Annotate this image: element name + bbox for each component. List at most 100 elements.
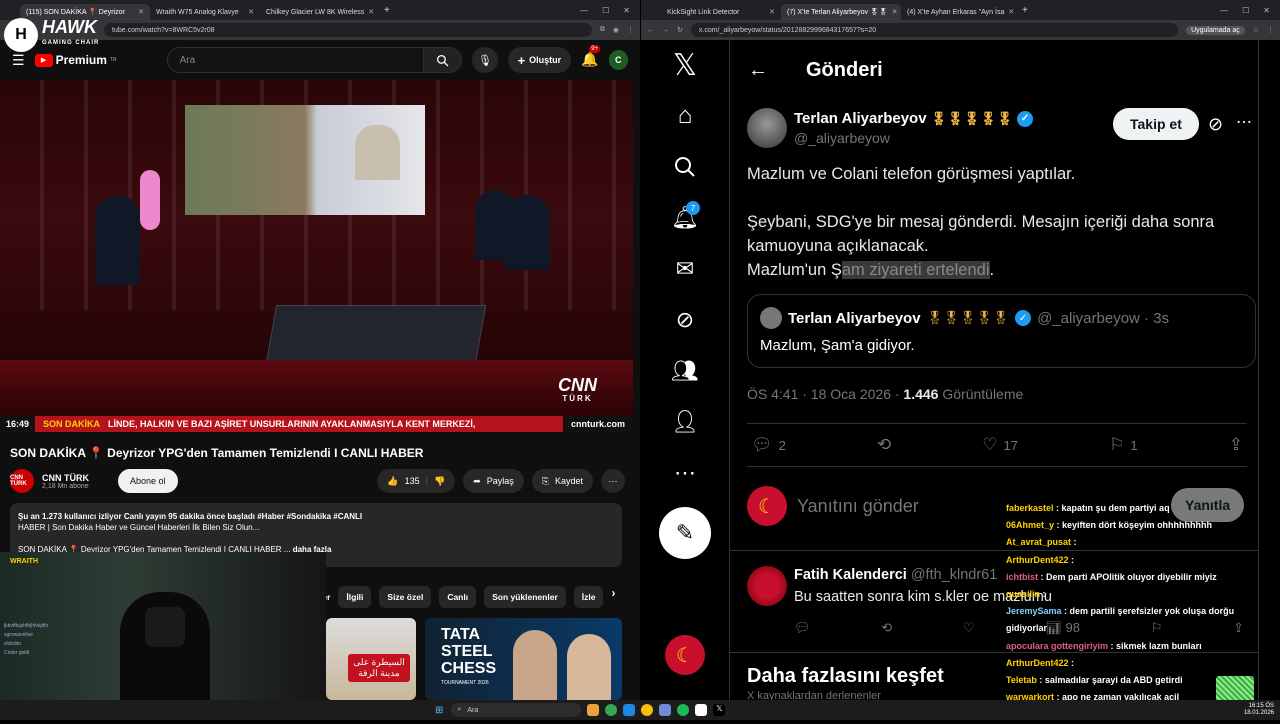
windows-start-icon[interactable]: ⊞ — [435, 705, 443, 716]
post-timestamp[interactable]: ÖS 4:41 · 18 Oca 2026 · — [747, 386, 903, 402]
author-name[interactable]: Terlan Aliyarbeyov 🎖🎖🎖🎖🎖 ✓ — [794, 110, 1034, 127]
nav-grok[interactable]: ⊘ — [660, 295, 710, 345]
minimize-icon[interactable]: — — [580, 6, 588, 15]
more-button[interactable]: ⋯ — [601, 469, 625, 493]
nav-profile[interactable]: 👤︎ — [660, 397, 710, 447]
nav-home[interactable]: ⌂ — [660, 91, 710, 141]
commenter-name[interactable]: Fatih Kalenderci @fth_klndr61 — [794, 567, 997, 583]
nav-communities[interactable]: 👥︎ — [660, 346, 710, 396]
url-field[interactable]: x.com/_aliyarbeyow/status/20128829996843… — [690, 23, 1179, 37]
channel-avatar[interactable]: CNN TÜRK — [10, 469, 34, 493]
chip-watch[interactable]: İzle — [573, 586, 604, 608]
discord-icon[interactable] — [659, 704, 672, 716]
search-button[interactable] — [423, 47, 463, 73]
like-button[interactable]: ♡ 17 — [982, 435, 1018, 455]
spotify-icon[interactable] — [677, 704, 690, 716]
share-button[interactable]: ➦ Paylaş — [463, 469, 524, 493]
video-thumbnail[interactable]: السيطرة على مدينة الرقة — [326, 618, 416, 700]
commenter-avatar[interactable] — [747, 566, 787, 606]
youtube-logo[interactable]: ▶ Premium TR — [34, 53, 117, 67]
maximize-icon[interactable]: ☐ — [602, 6, 609, 15]
menu-icon[interactable]: ⋮ — [1267, 26, 1274, 34]
x-logo[interactable]: 𝕏 — [660, 40, 710, 90]
bookmark-button[interactable]: ⚐ 1 — [1109, 435, 1137, 455]
close-icon[interactable]: ✕ — [138, 8, 144, 16]
tab-chilkey[interactable]: Chilkey Glacier LW 8K Wireless ✕ — [260, 4, 378, 20]
notification-badge: 7 — [686, 201, 700, 215]
close-window-icon[interactable]: ✕ — [623, 6, 630, 15]
edge-icon[interactable] — [623, 704, 636, 716]
channel-name[interactable]: CNN TÜRK — [42, 473, 110, 483]
menu-icon[interactable]: ⋮ — [627, 26, 634, 34]
video-thumbnail[interactable]: TATA STEEL CHESS TOURNAMENT 2026 — [425, 618, 622, 700]
reply-icon[interactable]: 💬︎ — [794, 620, 811, 636]
heart-icon[interactable]: ♡ — [963, 620, 975, 636]
profile-icon[interactable]: ◉ — [613, 26, 619, 34]
star-icon[interactable]: ☆ — [1253, 26, 1259, 34]
close-icon[interactable]: ✕ — [1008, 8, 1014, 16]
nav-notifications[interactable]: 🔔︎ 7 — [660, 193, 710, 243]
quoted-post[interactable]: Terlan Aliyarbeyov 🎖🎖🎖🎖🎖 ✓ @_aliyarbeyow · … — [747, 294, 1256, 368]
save-button[interactable]: ⎘ Kaydet — [531, 469, 593, 493]
tab-wraith[interactable]: Wraith W75 Analog Klavye ✕ — [150, 4, 260, 20]
post-button[interactable]: ✎ — [659, 507, 711, 559]
close-icon[interactable]: ✕ — [892, 8, 898, 16]
reload-icon[interactable]: ↻ — [677, 26, 683, 34]
author-handle[interactable]: @_aliyarbeyow — [794, 130, 890, 146]
obs-icon[interactable] — [695, 704, 708, 716]
close-icon[interactable]: ✕ — [769, 8, 775, 16]
new-tab-icon[interactable]: + — [384, 5, 390, 16]
tab-x-post[interactable]: (7) X'te Terlan Aliyarbeyov 🎖🎖 ✕ — [781, 4, 901, 20]
news-ticker: 16:49 SON DAKİKA LİNDE, HALKIN VE BAZI A… — [0, 416, 633, 432]
account-switcher[interactable]: ☾ — [660, 630, 710, 680]
follow-button[interactable]: Takip et — [1113, 108, 1199, 140]
reply-button[interactable]: 💬︎ 2 — [751, 435, 786, 455]
voice-search-button[interactable]: 🎙 — [472, 47, 498, 73]
taskbar-search[interactable]: ⌕ Ara — [451, 703, 582, 717]
video-player[interactable]: CNN TÜRK 16:49 SON DAKİKA LİNDE, HALKIN V… — [0, 80, 633, 432]
close-icon[interactable]: ✕ — [368, 8, 374, 16]
reply-input[interactable]: Yanıtını gönder — [797, 496, 919, 517]
like-button[interactable]: 👍 135 | 👎 — [377, 469, 456, 493]
x-app-icon[interactable]: 𝕏 — [713, 704, 726, 716]
nav-explore[interactable] — [660, 142, 710, 192]
notifications-button[interactable]: 🔔 9+ — [581, 45, 601, 69]
new-tab-icon[interactable]: + — [1022, 5, 1028, 16]
minimize-icon[interactable]: — — [1220, 6, 1228, 15]
tab-kicksight[interactable]: KickSight Link Detector ✕ — [661, 4, 781, 20]
chrome-icon[interactable] — [605, 704, 618, 716]
url-field[interactable]: tube.com/watch?v=8WRC5v2r08 — [104, 23, 592, 37]
chip-for-you[interactable]: Size özel — [379, 586, 432, 608]
chip-live[interactable]: Canlı — [439, 586, 477, 608]
nav-messages[interactable]: ✉ — [660, 244, 710, 294]
system-clock[interactable]: 16:15 ÖS 18.01.2026 — [1244, 703, 1274, 717]
close-window-icon[interactable]: ✕ — [1263, 6, 1270, 15]
tab-x-other[interactable]: (4) X'te Ayhan Erkaras "Ayn İsa ✕ — [901, 4, 1016, 20]
chip-recent[interactable]: Son yüklenenler — [484, 586, 566, 608]
open-in-app-button[interactable]: Uygulamada aç — [1186, 25, 1245, 35]
search-input[interactable]: Ara — [166, 47, 424, 73]
back-arrow-icon[interactable]: ← — [748, 59, 768, 82]
chrome-icon[interactable] — [641, 704, 654, 716]
forward-icon[interactable]: → — [662, 27, 669, 34]
repost-button[interactable]: ⟲ — [877, 435, 891, 455]
nav-more[interactable]: ⋯ — [660, 448, 710, 498]
chip-related[interactable]: İlgili — [338, 586, 372, 608]
extensions-icon[interactable]: ⧉ — [600, 26, 605, 34]
more-icon[interactable]: ⋯ — [1236, 112, 1252, 132]
maximize-icon[interactable]: ☐ — [1242, 6, 1249, 15]
share-button[interactable]: ⇪ — [1229, 435, 1243, 455]
author-avatar[interactable] — [747, 108, 787, 148]
explorer-icon[interactable] — [587, 704, 600, 716]
repost-icon[interactable]: ⟲ — [881, 620, 892, 636]
thumbs-down-icon[interactable]: 👎 — [434, 476, 445, 487]
close-icon[interactable]: ✕ — [248, 8, 254, 16]
account-avatar[interactable]: C — [608, 50, 628, 70]
subscribe-button[interactable]: Abone ol — [118, 469, 178, 493]
hamburger-icon[interactable]: ☰ — [12, 52, 25, 69]
grok-icon[interactable]: ⊘ — [1208, 114, 1223, 135]
create-button[interactable]: + Oluştur — [507, 47, 572, 73]
chat-message: faberkastel : kapatın şu dem partiyi aq — [1006, 500, 1246, 517]
chevron-right-icon[interactable]: › — [611, 586, 615, 608]
back-icon[interactable]: ← — [647, 27, 654, 34]
